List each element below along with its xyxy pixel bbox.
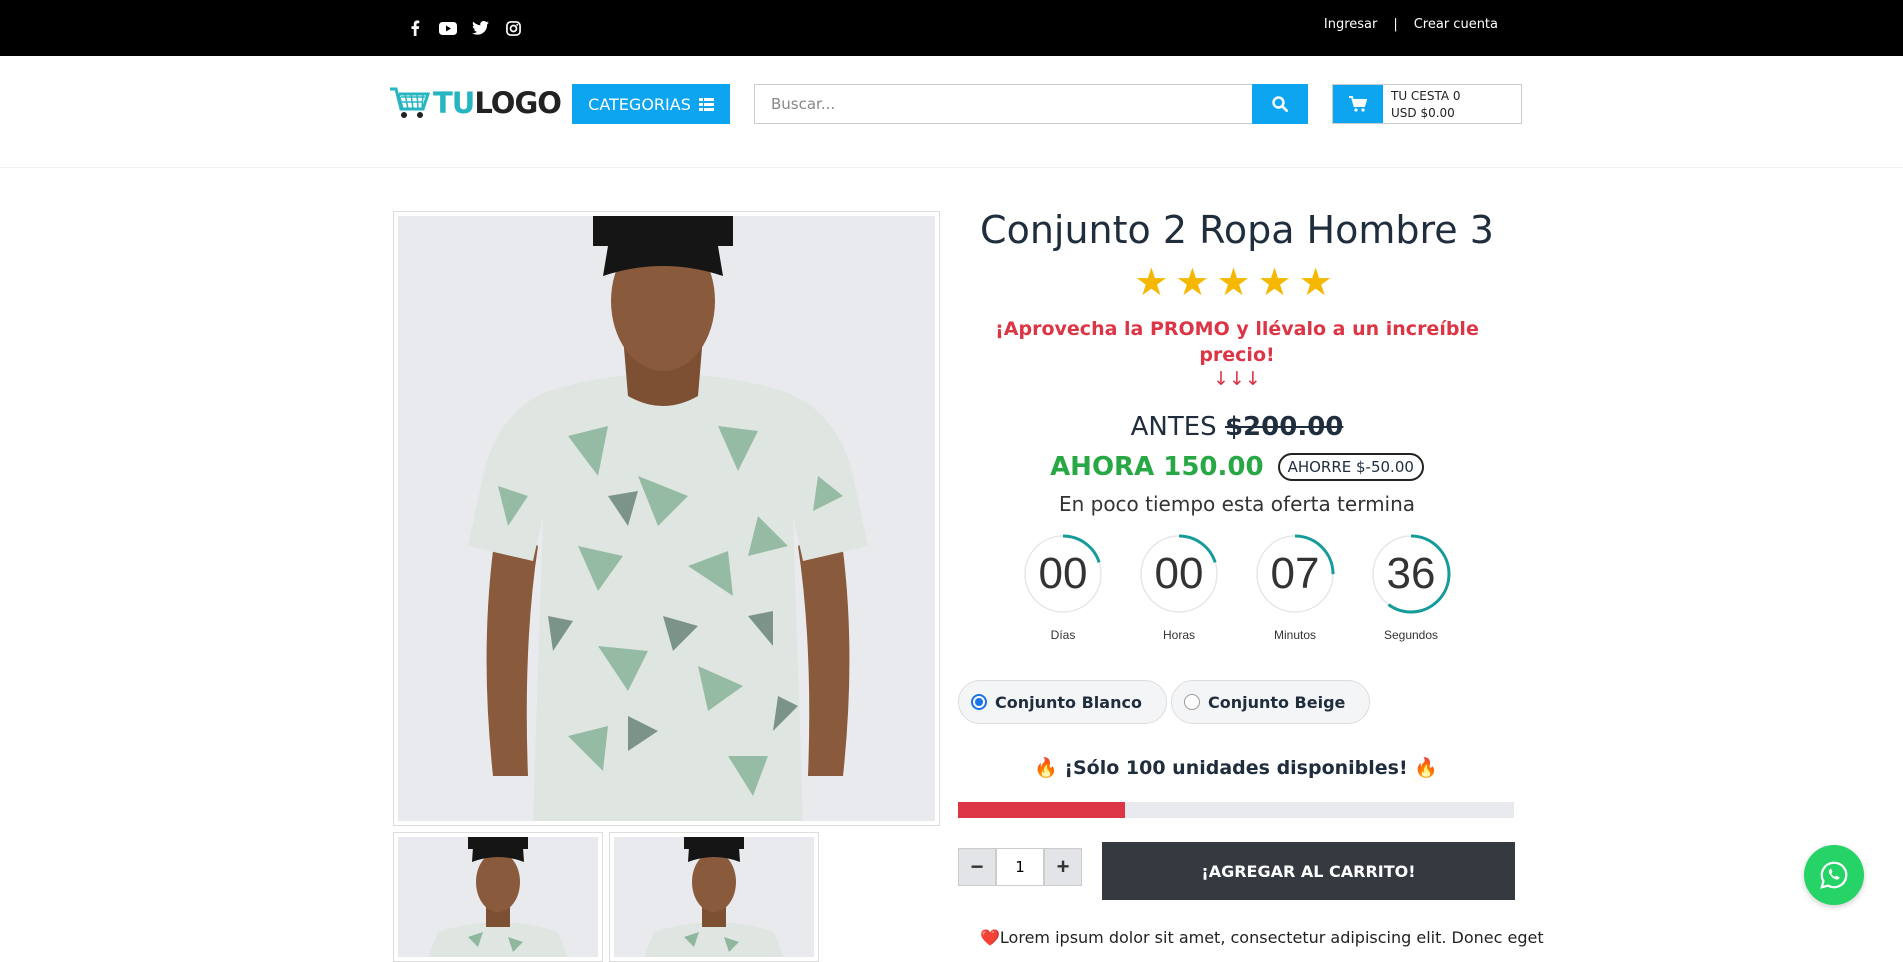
countdown-hours: 00 Horas: [1139, 534, 1219, 642]
logo-text: TULOGO: [433, 86, 562, 120]
stock-progress-fill: [958, 802, 1125, 818]
increase-quantity-button[interactable]: +: [1044, 848, 1082, 886]
variant-selector: Conjunto Blanco Conjunto Beige: [958, 680, 1371, 724]
rating-stars: ★★★★★: [1134, 260, 1340, 304]
radio-selected-icon[interactable]: [971, 694, 987, 710]
youtube-icon[interactable]: [431, 17, 464, 39]
variant-option-blanco[interactable]: Conjunto Blanco: [958, 680, 1167, 724]
logo-tu: TU: [433, 86, 475, 120]
promo-text: ¡Aprovecha la PROMO y llévalo a un incre…: [995, 318, 1479, 366]
search-icon: [1272, 96, 1288, 112]
product-description: ❤️Lorem ipsum dolor sit amet, consectetu…: [980, 928, 1544, 947]
logo-logo: LOGO: [474, 86, 562, 120]
countdown-value: 07: [1270, 549, 1320, 598]
categories-button[interactable]: CATEGORIAS: [572, 84, 730, 124]
countdown-timer: 00 Días 00 Horas 07 Minutos 36 Segundos: [960, 534, 1514, 642]
thumbnail-photo: [614, 837, 814, 957]
social-links: [398, 17, 530, 39]
countdown-label: Horas: [1162, 628, 1195, 642]
search-input[interactable]: [754, 84, 1252, 124]
shopping-cart-icon: [1349, 96, 1367, 112]
product-main-image[interactable]: [393, 211, 940, 826]
old-price: ANTES $200.00: [960, 412, 1514, 442]
cart-total: USD $0.00: [1391, 106, 1455, 120]
quantity-input[interactable]: [996, 848, 1044, 886]
countdown-label: Minutos: [1273, 628, 1317, 642]
fire-icon: 🔥: [1034, 757, 1058, 779]
logo[interactable]: TULOGO: [389, 86, 562, 120]
cart-icon-box: [1333, 85, 1383, 123]
whatsapp-icon: [1820, 861, 1848, 889]
top-bar: Ingresar | Crear cuenta: [0, 0, 1903, 56]
cart-widget[interactable]: TU CESTA 0 USD $0.00: [1332, 84, 1522, 124]
old-price-label: ANTES: [1130, 412, 1217, 442]
countdown-days: 00 Días: [1023, 534, 1103, 642]
new-price-row: AHORA 150.00 AHORRE $-50.00: [960, 452, 1514, 482]
variant-label: Conjunto Blanco: [995, 692, 1142, 712]
countdown-label: Segundos: [1383, 628, 1439, 642]
variant-option-beige[interactable]: Conjunto Beige: [1170, 680, 1371, 724]
product-info: Conjunto 2 Ropa Hombre 3 ★★★★★ ¡Aprovech…: [960, 200, 1514, 642]
product-photo: [398, 216, 935, 821]
countdown-value: 00: [1038, 549, 1088, 598]
login-link[interactable]: Ingresar: [1324, 17, 1377, 32]
heart-icon: ❤️: [980, 928, 1000, 947]
search-button[interactable]: [1252, 84, 1308, 124]
countdown-minutes: 07 Minutos: [1255, 534, 1335, 642]
description-text: Lorem ipsum dolor sit amet, consectetur …: [999, 928, 1544, 947]
old-price-value: $200.00: [1224, 412, 1344, 442]
search-bar: [754, 84, 1308, 124]
link-separator: |: [1393, 17, 1398, 32]
list-icon: [698, 97, 714, 111]
cart-summary: TU CESTA 0 USD $0.00: [1383, 85, 1469, 123]
quantity-stepper: − +: [958, 848, 1082, 886]
countdown-value: 00: [1154, 549, 1204, 598]
countdown-label: Días: [1050, 628, 1076, 642]
stock-progress-bar: [958, 802, 1514, 818]
categories-label: CATEGORIAS: [588, 94, 691, 114]
product-thumbnail[interactable]: [393, 832, 603, 962]
add-to-cart-button[interactable]: ¡AGREGAR AL CARRITO!: [1102, 842, 1515, 900]
cart-logo-icon: [390, 87, 431, 118]
savings-badge: AHORRE $-50.00: [1277, 453, 1424, 481]
stock-text: ¡Sólo 100 unidades disponibles!: [1064, 757, 1408, 779]
countdown-seconds: 36 Segundos: [1371, 534, 1451, 642]
whatsapp-button[interactable]: [1804, 845, 1864, 905]
stock-message: 🔥 ¡Sólo 100 unidades disponibles! 🔥: [958, 756, 1514, 779]
product-title: Conjunto 2 Ropa Hombre 3: [980, 208, 1494, 252]
offer-ends-text: En poco tiempo esta oferta termina: [1058, 492, 1416, 516]
model-illustration: [398, 216, 935, 821]
radio-icon[interactable]: [1183, 694, 1200, 710]
register-link[interactable]: Crear cuenta: [1414, 17, 1498, 32]
decrease-quantity-button[interactable]: −: [958, 848, 996, 886]
product-thumbnail[interactable]: [609, 832, 819, 962]
account-links: Ingresar | Crear cuenta: [1324, 17, 1498, 32]
facebook-icon[interactable]: [398, 17, 431, 39]
instagram-icon[interactable]: [497, 17, 530, 39]
fire-icon: 🔥: [1414, 757, 1438, 779]
variant-label: Conjunto Beige: [1207, 692, 1346, 712]
promo-arrows: ↓↓↓: [1213, 368, 1261, 390]
new-price: AHORA 150.00: [1050, 452, 1264, 482]
countdown-value: 36: [1386, 549, 1436, 598]
cart-count: TU CESTA 0: [1391, 89, 1461, 103]
site-header: TULOGO CATEGORIAS TU CESTA 0 USD $0.00: [0, 56, 1903, 168]
thumbnail-photo: [398, 837, 598, 957]
twitter-icon[interactable]: [464, 17, 497, 39]
